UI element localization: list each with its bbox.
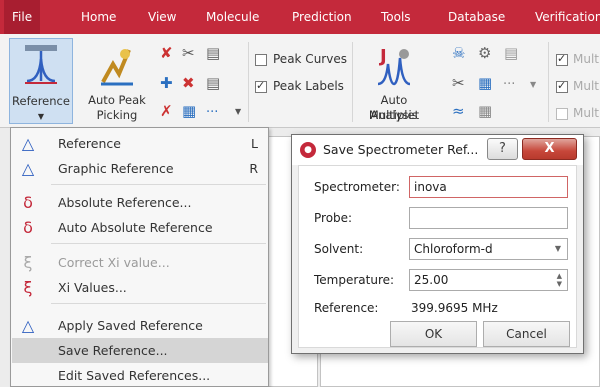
spectrometer-input[interactable]: inova	[409, 176, 568, 198]
close-button[interactable]: X	[522, 138, 577, 160]
dialog-titlebar[interactable]: ● Save Spectrometer Ref... ? X	[292, 135, 583, 165]
menu-separator	[51, 303, 266, 304]
reference-icon: △	[21, 134, 35, 153]
reference-value: 399.9695 MHz	[411, 301, 498, 315]
menu-database[interactable]: Database	[440, 0, 513, 34]
probe-label: Probe:	[314, 211, 353, 225]
help-button[interactable]: ?	[487, 138, 518, 160]
more-chevron-icon[interactable]: ▼	[235, 103, 241, 121]
peak-delete-icon[interactable]: ✖	[182, 74, 195, 92]
peak-cross-icon[interactable]: ✗	[160, 102, 173, 120]
absolute-reference-icon: δ	[23, 193, 33, 212]
menu-item-reference[interactable]: △ Reference L	[12, 131, 268, 156]
scissors-icon[interactable]: ✂	[182, 44, 195, 62]
reference-button-label: Reference	[12, 94, 70, 108]
menu-item-save-reference[interactable]: Save Reference...	[12, 338, 268, 363]
chevron-down-icon[interactable]: ▼	[555, 239, 561, 259]
more-icon[interactable]: ...	[206, 100, 218, 118]
chevron-down-icon: ▼	[37, 112, 45, 121]
auto-peak-picking-button[interactable]: Auto Peak Picking	[82, 38, 152, 124]
app-logo-icon: ●	[300, 142, 316, 158]
reference-menu: △ Reference L △ Graphic Reference R δ Ab…	[10, 127, 269, 387]
peak-labels-checkbox[interactable]	[255, 79, 267, 93]
ribbon-separator	[248, 42, 249, 122]
mult-checkbox-1[interactable]	[556, 52, 568, 66]
solvent-value: Chloroform-d	[414, 242, 493, 256]
menu-item-absolute-reference[interactable]: δ Absolute Reference...	[12, 190, 268, 215]
graphic-reference-icon: △	[21, 159, 35, 178]
apply-saved-reference-icon: △	[21, 316, 35, 335]
auto-multiplet-label-2: Analysis	[370, 108, 418, 122]
more-icon[interactable]: ...	[503, 72, 515, 90]
menu-item-apply-saved-reference[interactable]: △ Apply Saved Reference	[12, 313, 268, 338]
mult-checkbox-3[interactable]	[556, 108, 568, 120]
menu-home[interactable]: Home	[73, 0, 124, 34]
ok-button[interactable]: OK	[390, 321, 477, 347]
reference-button[interactable]: Reference ▼	[9, 38, 73, 124]
cancel-button[interactable]: Cancel	[483, 321, 570, 347]
mult-label-1: Mult	[573, 52, 599, 66]
peak-tool-icon[interactable]: ✘	[160, 44, 173, 62]
solvent-label: Solvent:	[314, 242, 364, 256]
menu-item-correct-xi-value[interactable]: ξ Correct Xi value...	[12, 250, 268, 275]
auto-absolute-reference-icon: δ	[23, 218, 33, 237]
grid-icon[interactable]: ▦	[182, 102, 196, 120]
ribbon-separator	[548, 42, 549, 122]
report-icon[interactable]: ▦	[478, 102, 492, 120]
menu-tools[interactable]: Tools	[373, 0, 419, 34]
multiplet-icon: J	[377, 46, 411, 86]
probe-input[interactable]	[409, 207, 568, 229]
spectrometer-label: Spectrometer:	[314, 180, 400, 194]
temperature-label: Temperature:	[314, 273, 395, 287]
gear-icon[interactable]: ⚙	[478, 44, 491, 62]
temperature-value: 25.00	[414, 273, 449, 287]
list-icon[interactable]: ▤	[206, 74, 220, 92]
mult-label-3: Mult	[573, 106, 599, 120]
reference-label: Reference:	[314, 301, 379, 315]
grid-icon[interactable]: ▦	[478, 74, 492, 92]
menu-file[interactable]: File	[4, 0, 41, 34]
peak-curves-label: Peak Curves	[273, 52, 347, 66]
svg-text:J: J	[378, 46, 387, 67]
save-spectrometer-reference-dialog: ● Save Spectrometer Ref... ? X Spectrome…	[291, 134, 584, 354]
dialog-body: Spectrometer: inova Probe: Solvent: Chlo…	[298, 165, 577, 348]
peak-picking-icon	[101, 49, 133, 86]
reference-icon	[25, 45, 57, 84]
ribbon: Reference ▼ Auto Peak Picking ✘ ✂ ▤ ✚ ✖ …	[0, 34, 600, 128]
menu-separator	[51, 243, 266, 244]
list-icon[interactable]: ▤	[504, 44, 518, 62]
auto-peak-label-1: Auto Peak	[88, 93, 146, 107]
dialog-title: Save Spectrometer Ref...	[323, 142, 479, 157]
menu-item-xi-values[interactable]: ξ Xi Values...	[12, 275, 268, 300]
peak-curves-checkbox[interactable]	[255, 54, 267, 66]
temperature-spinbox[interactable]: 25.00 ▲ ▼	[409, 269, 568, 291]
auto-multiplet-analysis-button[interactable]: J Auto Multiplet Analysis	[356, 38, 432, 124]
menu-item-auto-absolute-reference[interactable]: δ Auto Absolute Reference	[12, 215, 268, 240]
table-icon[interactable]: ▤	[206, 44, 220, 62]
menu-verification[interactable]: Verification	[527, 0, 600, 34]
multiplet-tool-icon[interactable]: ☠	[452, 44, 465, 62]
auto-peak-label-2: Picking	[96, 108, 138, 122]
xi-values-icon: ξ	[23, 278, 33, 297]
mult-label-2: Mult	[573, 79, 599, 93]
menu-prediction[interactable]: Prediction	[284, 0, 360, 34]
peak-add-icon[interactable]: ✚	[160, 74, 173, 92]
scissors-icon[interactable]: ✂	[452, 74, 465, 92]
solvent-select[interactable]: Chloroform-d ▼	[409, 238, 568, 260]
menu-separator	[51, 184, 266, 185]
mult-checkbox-2[interactable]	[556, 79, 568, 93]
spin-down-icon[interactable]: ▼	[557, 280, 562, 288]
menu-item-edit-saved-references[interactable]: Edit Saved References...	[12, 363, 268, 387]
ribbon-separator	[352, 42, 353, 122]
multiplet-link-icon[interactable]: ≈	[452, 102, 465, 120]
menu-view[interactable]: View	[140, 0, 184, 34]
more-chevron-icon[interactable]: ▼	[530, 76, 536, 94]
menu-item-graphic-reference[interactable]: △ Graphic Reference R	[12, 156, 268, 181]
peak-labels-label: Peak Labels	[273, 79, 344, 93]
spin-up-icon[interactable]: ▲	[557, 272, 562, 280]
menu-molecule[interactable]: Molecule	[198, 0, 267, 34]
xi-icon: ξ	[23, 253, 33, 272]
menu-bar: File Home View Molecule Prediction Tools…	[0, 0, 600, 34]
